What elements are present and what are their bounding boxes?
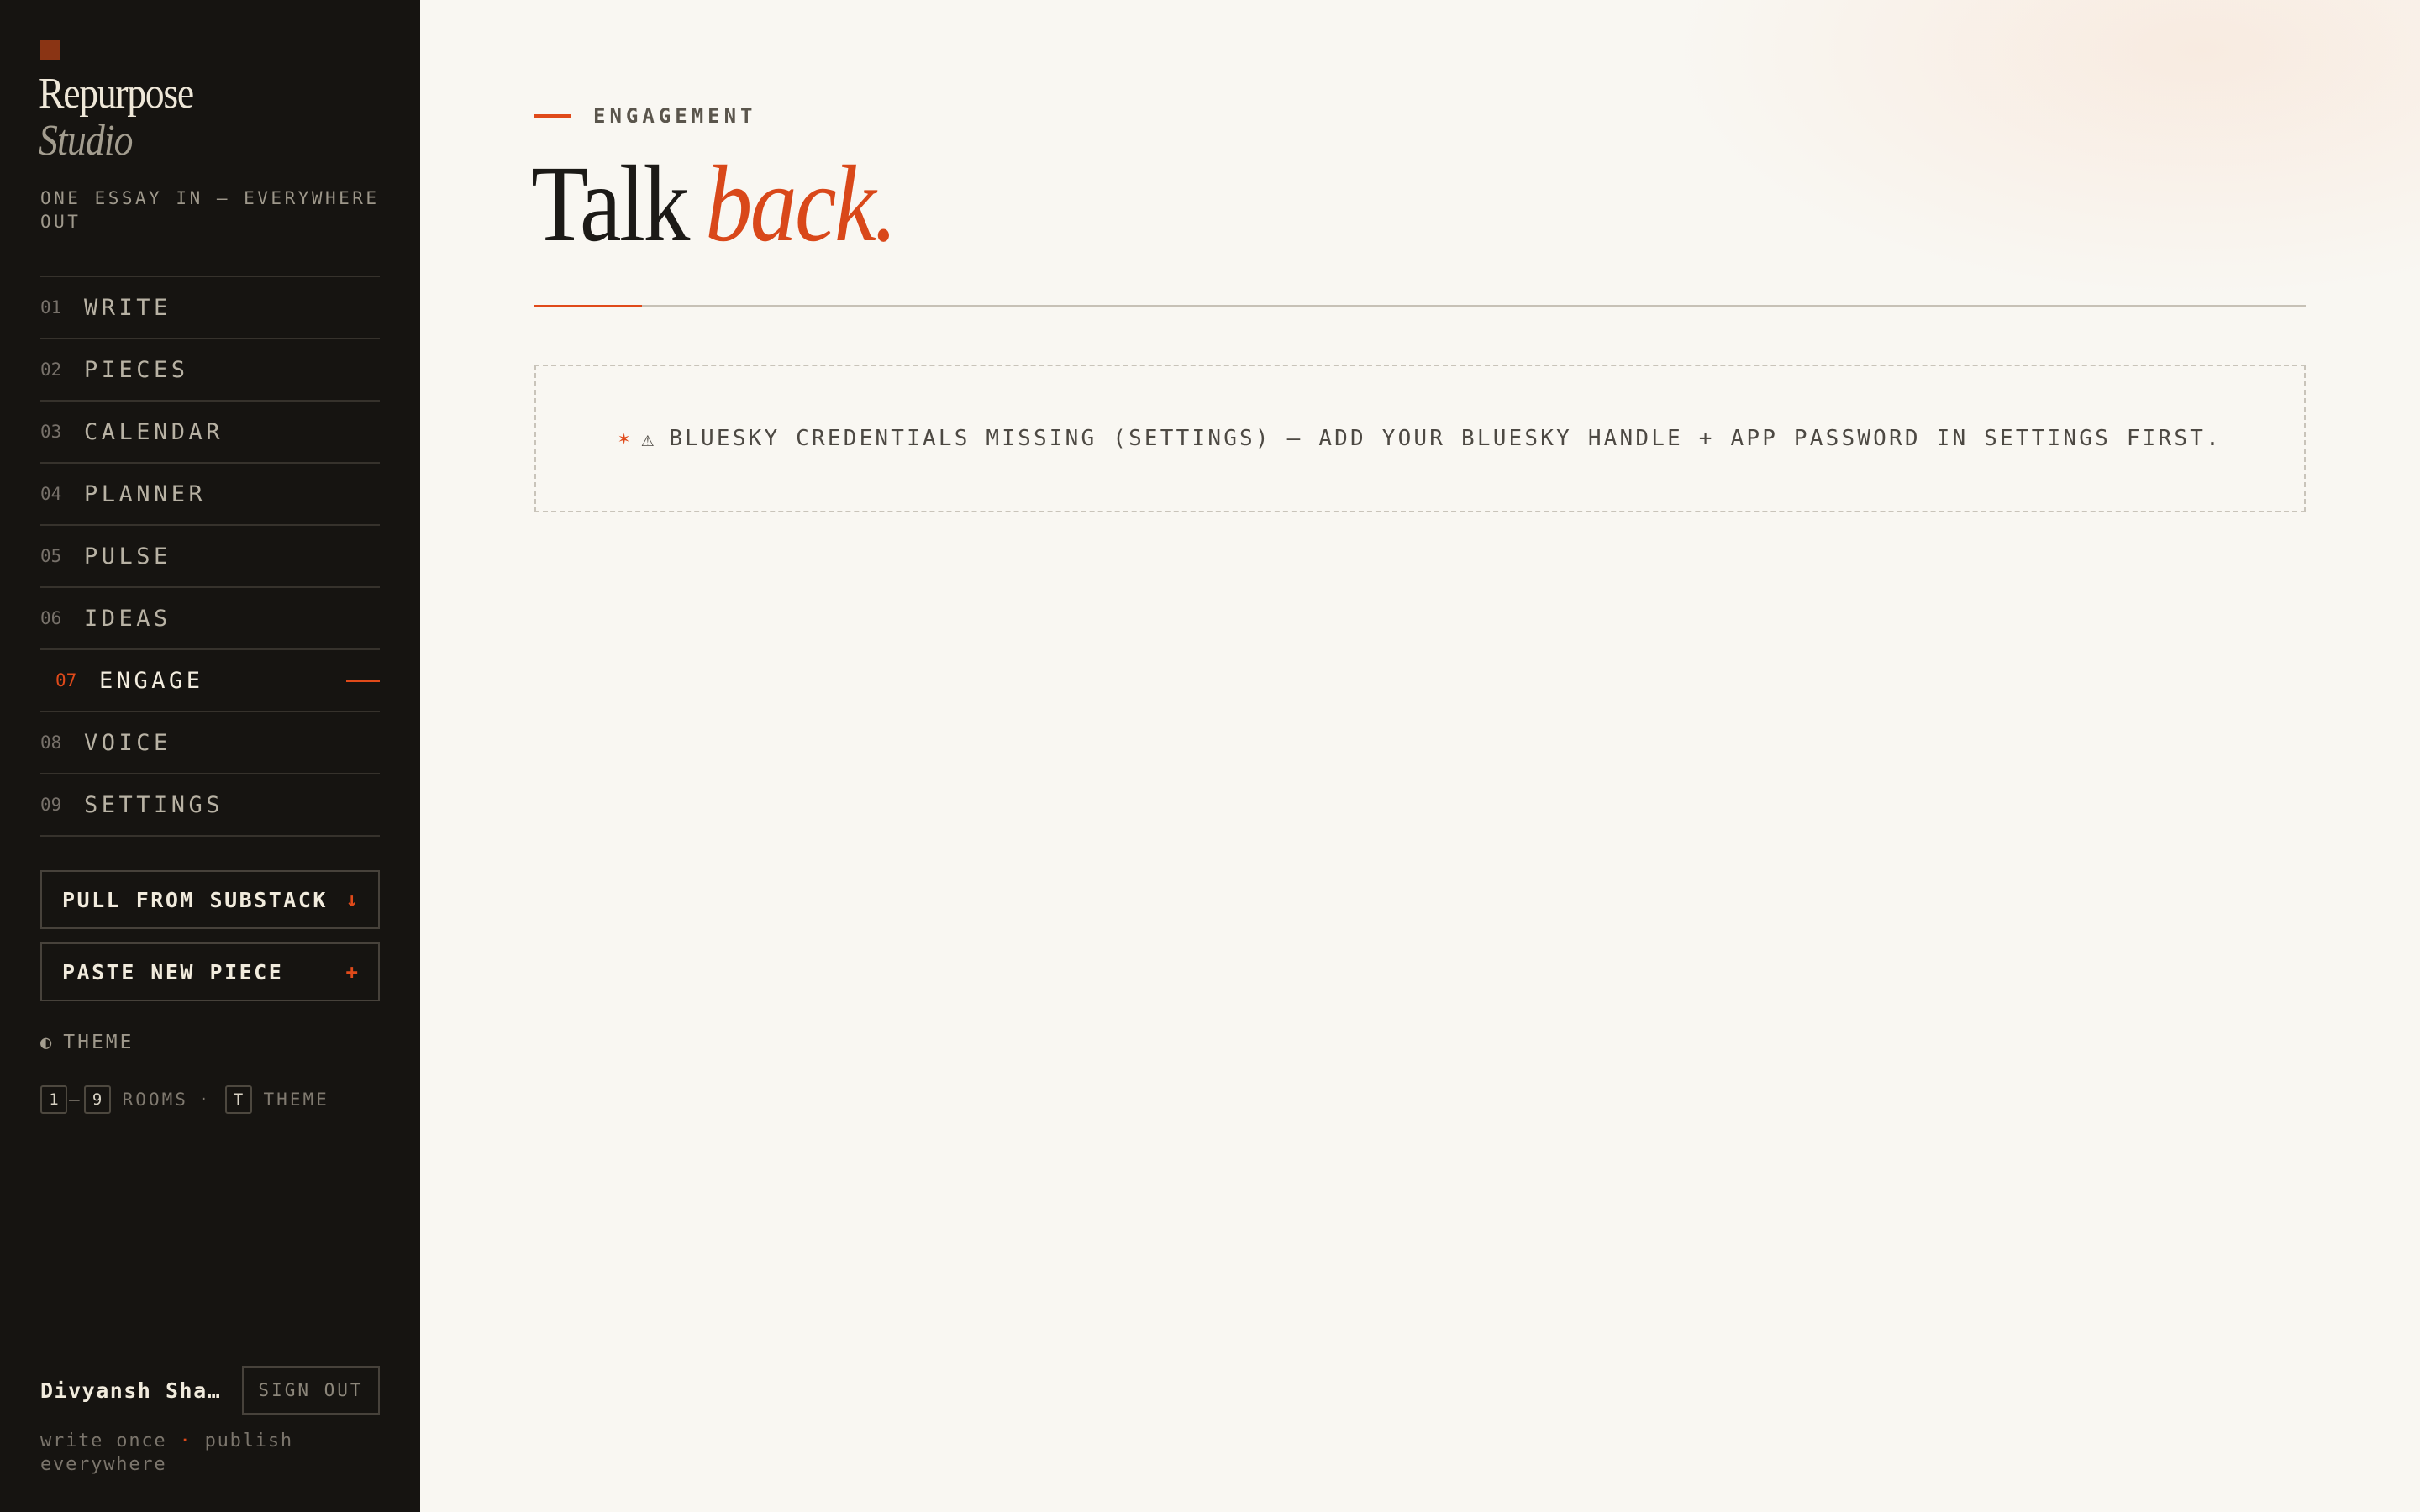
nav-number: 09 <box>40 795 62 815</box>
nav-item-voice[interactable]: 08 VOICE <box>40 712 380 774</box>
nav-label: CALENDAR <box>84 418 224 445</box>
nav-item-calendar[interactable]: 03 CALENDAR <box>40 402 380 464</box>
nav-label: WRITE <box>84 294 171 321</box>
nav-item-write[interactable]: 01 WRITE <box>40 277 380 339</box>
nav-label: ENGAGE <box>99 667 204 694</box>
notice-text: BLUESKY CREDENTIALS MISSING (SETTINGS) —… <box>669 426 2222 451</box>
rooms-label: ROOMS <box>122 1089 188 1110</box>
nav-number: 07 <box>55 670 77 690</box>
title-divider-accent <box>534 305 642 307</box>
kbd-key: T <box>224 1085 252 1114</box>
nav-number: 08 <box>40 732 62 753</box>
pull-from-substack-button[interactable]: PULL FROM SUBSTACK ↓ <box>40 870 380 929</box>
title-divider <box>534 305 2306 307</box>
logo-mark <box>40 40 60 60</box>
nav-label: VOICE <box>84 729 171 756</box>
separator-dot: · <box>197 1089 212 1110</box>
nav-number: 04 <box>40 484 62 504</box>
half-circle-icon: ◐ <box>40 1032 52 1053</box>
user-row: Divyansh Shar… SIGN OUT <box>40 1366 380 1415</box>
brand-name: Repurpose <box>39 70 194 118</box>
nav-number: 05 <box>40 546 62 566</box>
button-label: PULL FROM SUBSTACK <box>62 887 328 912</box>
nav-item-ideas[interactable]: 06 IDEAS <box>40 588 380 650</box>
footer-tagline: write once · publish everywhere <box>40 1430 343 1477</box>
sidebar: Repurpose Studio ONE ESSAY IN — EVERYWHE… <box>0 0 420 1512</box>
nav-item-pieces[interactable]: 02 PIECES <box>40 339 380 402</box>
button-label: PASTE NEW PIECE <box>62 959 284 984</box>
arrow-down-icon: ↓ <box>345 888 358 911</box>
title-plain: Talk <box>531 144 690 265</box>
nav-label: PIECES <box>84 356 189 383</box>
main-content: ENGAGEMENT Talk back. ✶ ⚠ BLUESKY CREDENT… <box>420 0 2420 1512</box>
keyboard-shortcuts-hint: 1 – 9 ROOMS · T THEME <box>40 1085 339 1114</box>
nav-number: 02 <box>40 360 62 380</box>
nav-label: PULSE <box>84 543 171 570</box>
nav-item-planner[interactable]: 04 PLANNER <box>40 464 380 526</box>
credentials-warning-notice: ✶ ⚠ BLUESKY CREDENTIALS MISSING (SETTING… <box>534 365 2306 512</box>
nav-label: IDEAS <box>84 605 171 632</box>
main-nav: 01 WRITE 02 PIECES 03 CALENDAR 04 PLANNE… <box>40 276 380 837</box>
warning-icon: ⚠ <box>641 426 655 451</box>
nav-label: SETTINGS <box>84 791 224 818</box>
brand-logo[interactable]: Repurpose Studio <box>39 72 214 163</box>
nav-item-engage[interactable]: 07 ENGAGE <box>40 650 380 712</box>
page-title: Talk back. <box>531 141 897 267</box>
title-accent: back. <box>705 144 897 265</box>
user-name: Divyansh Shar… <box>40 1378 224 1403</box>
kbd-key: 9 <box>83 1085 111 1114</box>
nav-number: 03 <box>40 422 62 442</box>
nav-number: 06 <box>40 608 62 628</box>
kbd-key: 1 <box>40 1085 67 1114</box>
section-eyebrow: ENGAGEMENT <box>534 104 757 128</box>
theme-label: THEME <box>63 1032 134 1053</box>
plus-icon: + <box>345 960 358 984</box>
active-indicator <box>346 680 380 682</box>
asterisk-icon: ✶ <box>618 428 630 449</box>
tagline: ONE ESSAY IN — EVERYWHERE OUT <box>40 188 380 232</box>
paste-new-piece-button[interactable]: PASTE NEW PIECE + <box>40 942 380 1001</box>
sign-out-button[interactable]: SIGN OUT <box>242 1366 380 1415</box>
footer-part1: write once <box>40 1431 167 1452</box>
footer-dot: · <box>179 1431 192 1452</box>
theme-toggle[interactable]: ◐ THEME <box>40 1032 134 1053</box>
nav-item-pulse[interactable]: 05 PULSE <box>40 526 380 588</box>
key-range-dash: – <box>69 1089 82 1110</box>
nav-number: 01 <box>40 297 62 318</box>
nav-item-settings[interactable]: 09 SETTINGS <box>40 774 380 837</box>
eyebrow-dash <box>534 114 571 118</box>
eyebrow-text: ENGAGEMENT <box>593 104 757 128</box>
theme-shortcut-label: THEME <box>263 1089 329 1110</box>
nav-label: PLANNER <box>84 480 207 507</box>
app: Repurpose Studio ONE ESSAY IN — EVERYWHE… <box>0 0 2420 1512</box>
brand-subname: Studio <box>39 117 134 165</box>
